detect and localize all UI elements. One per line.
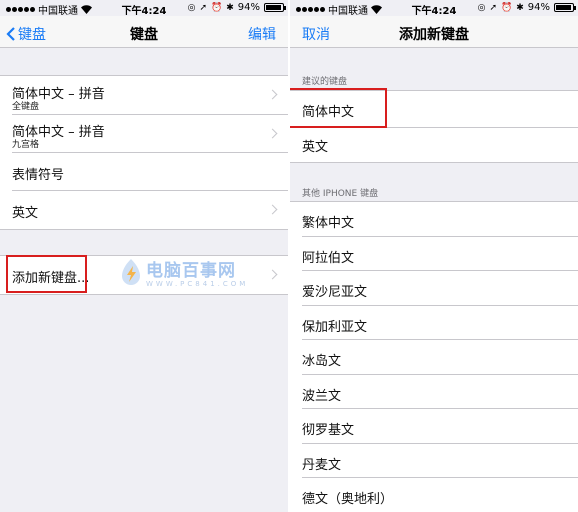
battery-percent: 94% — [237, 2, 260, 13]
battery-icon — [554, 3, 576, 12]
status-right: ◎ ➚ ⏰ ✱ 94% — [187, 2, 286, 13]
status-bar: 中国联通 下午4:24 ◎ ➚ ⏰ ✱ 94% — [0, 0, 288, 17]
keyboard-label: 表情符号 — [12, 168, 65, 183]
page-title: 键盘 — [130, 27, 158, 43]
other-keyboard-row[interactable]: 波兰文 — [290, 375, 578, 409]
keyboard-label: 冰岛文 — [302, 354, 342, 369]
nav-bar: 取消 添加新键盘 — [290, 16, 578, 48]
battery-percent: 94% — [527, 2, 550, 13]
watermark-logo-icon — [122, 259, 140, 285]
keyboard-label: 爱沙尼亚文 — [302, 285, 368, 300]
other-keyboard-row[interactable]: 阿拉伯文 — [290, 237, 578, 271]
other-keyboard-list: 繁体中文 阿拉伯文 爱沙尼亚文 保加利亚文 冰岛文 波兰文 彻罗基文 丹麦文 德… — [290, 201, 578, 512]
watermark-url: WWW.PC841.COM — [146, 280, 249, 288]
other-keyboard-row[interactable]: 爱沙尼亚文 — [290, 271, 578, 306]
keyboard-label: 英文 — [12, 206, 39, 221]
lock-rotation-icon: ◎ — [187, 2, 196, 13]
watermark: 电脑百事网 WWW.PC841.COM — [120, 256, 248, 288]
section-header-suggested: 建议的键盘 — [302, 77, 348, 87]
alarm-icon: ⏰ — [501, 2, 513, 13]
chevron-right-icon — [267, 128, 278, 139]
keyboard-label: 英文 — [302, 140, 329, 155]
bluetooth-icon: ✱ — [226, 2, 234, 13]
keyboard-row-pinyin-full[interactable]: 简体中文 – 拼音 全键盘 — [0, 76, 288, 115]
chevron-right-icon — [267, 89, 278, 100]
location-icon: ➚ — [199, 2, 207, 13]
keyboard-row-emoji[interactable]: 表情符号 — [0, 153, 288, 191]
other-keyboard-row[interactable]: 繁体中文 — [290, 202, 578, 237]
keyboard-list: 简体中文 – 拼音 全键盘 简体中文 – 拼音 九宫格 表情符号 英文 — [0, 75, 288, 230]
chevron-right-icon — [267, 204, 278, 215]
other-keyboard-row[interactable]: 冰岛文 — [290, 340, 578, 375]
keyboard-row-pinyin-9key[interactable]: 简体中文 – 拼音 九宫格 — [0, 115, 288, 153]
location-icon: ➚ — [489, 2, 497, 13]
chevron-right-icon — [267, 269, 278, 280]
bluetooth-icon: ✱ — [516, 2, 524, 13]
watermark-name: 电脑百事网 — [146, 261, 236, 281]
keyboards-screen: 中国联通 下午4:24 ◎ ➚ ⏰ ✱ 94% 键盘 键盘 编辑 简体中文 – … — [0, 0, 288, 512]
status-right: ◎ ➚ ⏰ ✱ 94% — [477, 2, 576, 13]
keyboard-label: 丹麦文 — [302, 458, 342, 473]
battery-icon — [264, 3, 286, 12]
status-bar: 中国联通 下午4:24 ◎ ➚ ⏰ ✱ 94% — [290, 0, 578, 17]
page-title: 添加新键盘 — [399, 27, 469, 43]
other-keyboard-row[interactable]: 彻罗基文 — [290, 409, 578, 444]
battery-fill — [556, 5, 572, 10]
battery-fill — [266, 5, 282, 10]
other-keyboard-row[interactable]: 丹麦文 — [290, 444, 578, 478]
edit-button[interactable]: 编辑 — [248, 24, 276, 44]
keyboard-label: 彻罗基文 — [302, 423, 355, 438]
alarm-icon: ⏰ — [211, 2, 223, 13]
highlight-box — [290, 88, 387, 128]
add-keyboard-screen: 中国联通 下午4:24 ◎ ➚ ⏰ ✱ 94% 取消 添加新键盘 建议的键盘 简… — [290, 0, 578, 512]
highlight-box — [6, 255, 87, 293]
keyboard-label: 阿拉伯文 — [302, 251, 355, 266]
keyboard-label: 保加利亚文 — [302, 320, 368, 335]
keyboard-label: 繁体中文 — [302, 216, 355, 231]
keyboard-sublabel: 全键盘 — [12, 102, 40, 112]
other-keyboard-row[interactable]: 德文（奥地利） — [290, 478, 578, 512]
suggested-keyboard-row[interactable]: 英文 — [290, 128, 578, 162]
keyboard-label: 波兰文 — [302, 389, 342, 404]
keyboard-label: 德文（奥地利） — [302, 492, 394, 507]
nav-bar: 键盘 键盘 编辑 — [0, 16, 288, 48]
lock-rotation-icon: ◎ — [477, 2, 486, 13]
keyboard-row-english[interactable]: 英文 — [0, 191, 288, 229]
keyboard-sublabel: 九宫格 — [12, 140, 40, 150]
section-header-other: 其他 IPHONE 键盘 — [302, 189, 379, 199]
other-keyboard-row[interactable]: 保加利亚文 — [290, 306, 578, 340]
